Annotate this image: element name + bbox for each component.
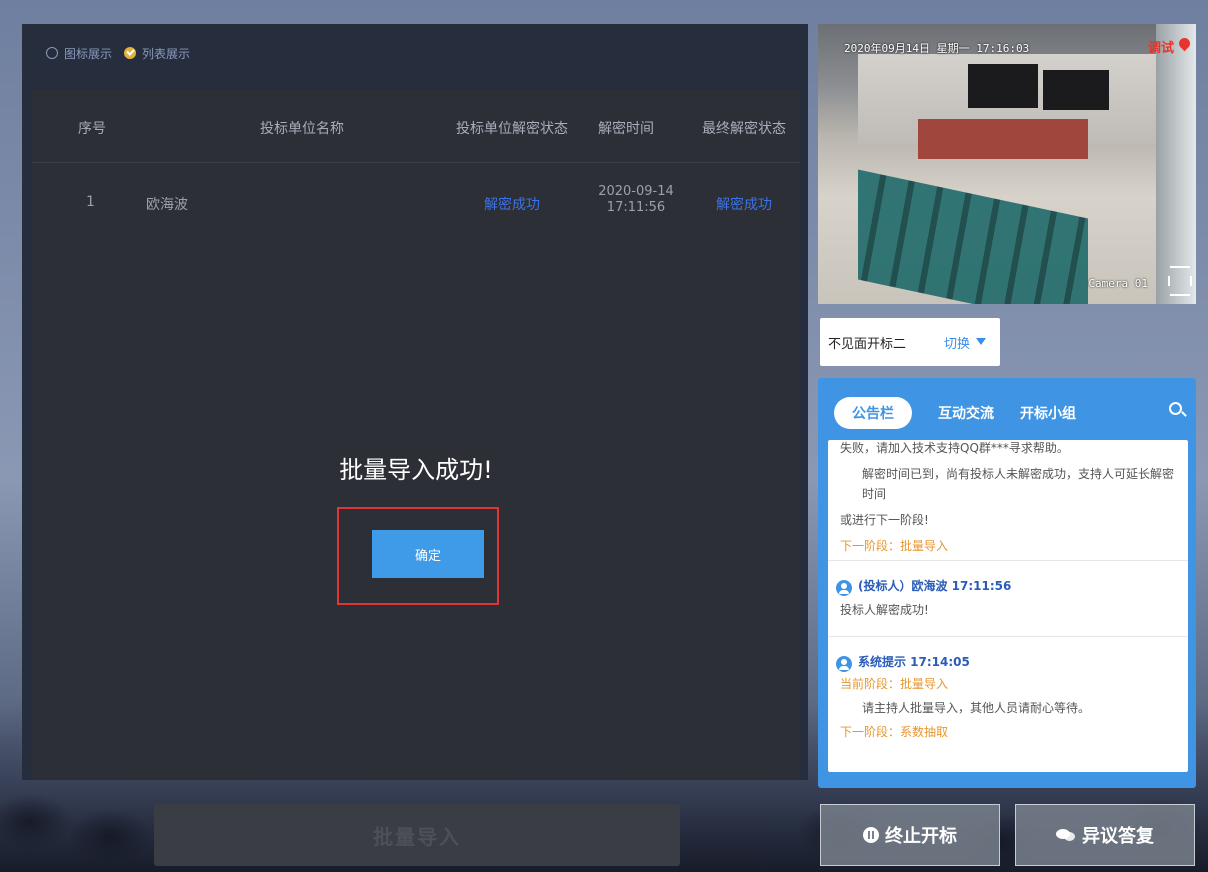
row-final-status: 解密成功 [716,197,772,213]
header-decrypt-status: 投标单位解密状态 [456,121,568,137]
camera-feed: 2020年09月14日 星期一 17:16:03 调试 Camera 01 [818,24,1196,304]
bid-list-panel: 图标展示 列表展示 序号 投标单位名称 投标单位解密状态 解密时间 最终解密状态… [22,24,808,780]
header-bidder: 投标单位名称 [260,121,344,137]
switch-room-button[interactable]: 切换 [944,333,970,352]
notice-text: 失败，请加入技术支持QQ群***寻求帮助。 [840,441,1069,455]
camera-scene-screen [1043,70,1109,110]
camera-status: 调试 [1147,41,1174,56]
objection-reply-label: 异议答复 [1082,826,1154,847]
list-view-radio[interactable] [124,47,137,59]
camera-label: Camera 01 [1088,277,1148,290]
user-icon [836,656,852,672]
next-stage-text: 下一阶段：批量导入 [840,539,949,553]
stop-opening-button[interactable]: 终止开标 [820,804,1000,866]
caret-down-icon[interactable] [976,338,986,345]
confirm-highlight-frame: 确定 [337,507,499,605]
stop-opening-label: 终止开标 [885,826,957,847]
room-name: 不见面开标二 [828,336,907,352]
header-final-status: 最终解密状态 [702,121,786,137]
icon-view-radio[interactable] [46,47,58,59]
search-icon[interactable] [1169,402,1182,415]
confirm-button[interactable]: 确定 [372,530,484,578]
row-decrypt-status: 解密成功 [484,197,540,213]
header-index: 序号 [78,121,106,137]
header-decrypt-time: 解密时间 [598,121,654,137]
pause-icon [863,827,879,843]
decrypt-table: 序号 投标单位名称 投标单位解密状态 解密时间 最终解密状态 1 欧海波 解密成… [32,90,800,780]
success-message: 批量导入成功! [339,456,493,484]
message-text: 请主持人批量导入，其他人员请耐心等待。 [862,701,1091,715]
message-text: 投标人解密成功! [840,603,929,617]
tab-interaction[interactable]: 互动交流 [938,403,994,423]
message-item: (投标人）欧海波 17:11:56 投标人解密成功! [840,576,1178,620]
message-sender: (投标人）欧海波 17:11:56 [858,579,1012,593]
notice-text: 或进行下一阶段! [840,513,929,527]
room-selector: 不见面开标二 切换 [820,318,1000,366]
row-decrypt-time: 2020-09-14 17:11:56 [586,184,686,216]
notice-text: 解密时间已到，尚有投标人未解密成功，支持人可延长解密时间 [862,467,1175,501]
tab-opening-group[interactable]: 开标小组 [1020,403,1076,423]
camera-scene-desk [918,119,1088,159]
row-index: 1 [86,194,95,210]
notice-item: 失败，请加入技术支持QQ群***寻求帮助。 解密时间已到，尚有投标人未解密成功，… [840,440,1180,556]
view-toggle: 图标展示 列表展示 [46,44,190,62]
tab-bulletin[interactable]: 公告栏 [834,397,912,429]
table-row: 1 欧海波 解密成功 2020-09-14 17:11:56 解密成功 [32,162,800,242]
fullscreen-icon[interactable] [1168,266,1192,296]
divider [828,636,1188,637]
message-sender: 系统提示 17:14:05 [858,655,970,669]
notice-feed[interactable]: 失败，请加入技术支持QQ群***寻求帮助。 解密时间已到，尚有投标人未解密成功，… [828,440,1188,772]
divider [828,560,1188,561]
camera-scene-window [1156,24,1196,304]
row-decrypt-clock: 17:11:56 [606,200,666,215]
row-decrypt-date: 2020-09-14 [598,184,674,199]
user-icon [836,580,852,596]
icon-view-label[interactable]: 图标展示 [64,45,112,62]
camera-datetime: 2020年09月14日 星期一 17:16:03 [844,42,1030,55]
table-header: 序号 投标单位名称 投标单位解密状态 解密时间 最终解密状态 [32,90,800,163]
list-view-label[interactable]: 列表展示 [142,45,190,62]
row-bidder: 欧海波 [146,197,188,213]
next-stage-text: 下一阶段：系数抽取 [840,725,949,739]
camera-scene-screen [968,64,1038,108]
notice-tabs: 公告栏 互动交流 开标小组 [834,397,1102,429]
message-item: 系统提示 17:14:05 当前阶段：批量导入 请主持人批量导入，其他人员请耐心… [840,652,1178,742]
camera-scene-chairs [858,169,1088,304]
objection-reply-button[interactable]: 异议答复 [1015,804,1195,866]
current-stage-text: 当前阶段：批量导入 [840,677,949,691]
notice-panel: 公告栏 互动交流 开标小组 失败，请加入技术支持QQ群***寻求帮助。 解密时间… [818,378,1196,788]
batch-import-button[interactable]: 批量导入 [154,804,680,866]
chat-icon [1056,827,1076,843]
